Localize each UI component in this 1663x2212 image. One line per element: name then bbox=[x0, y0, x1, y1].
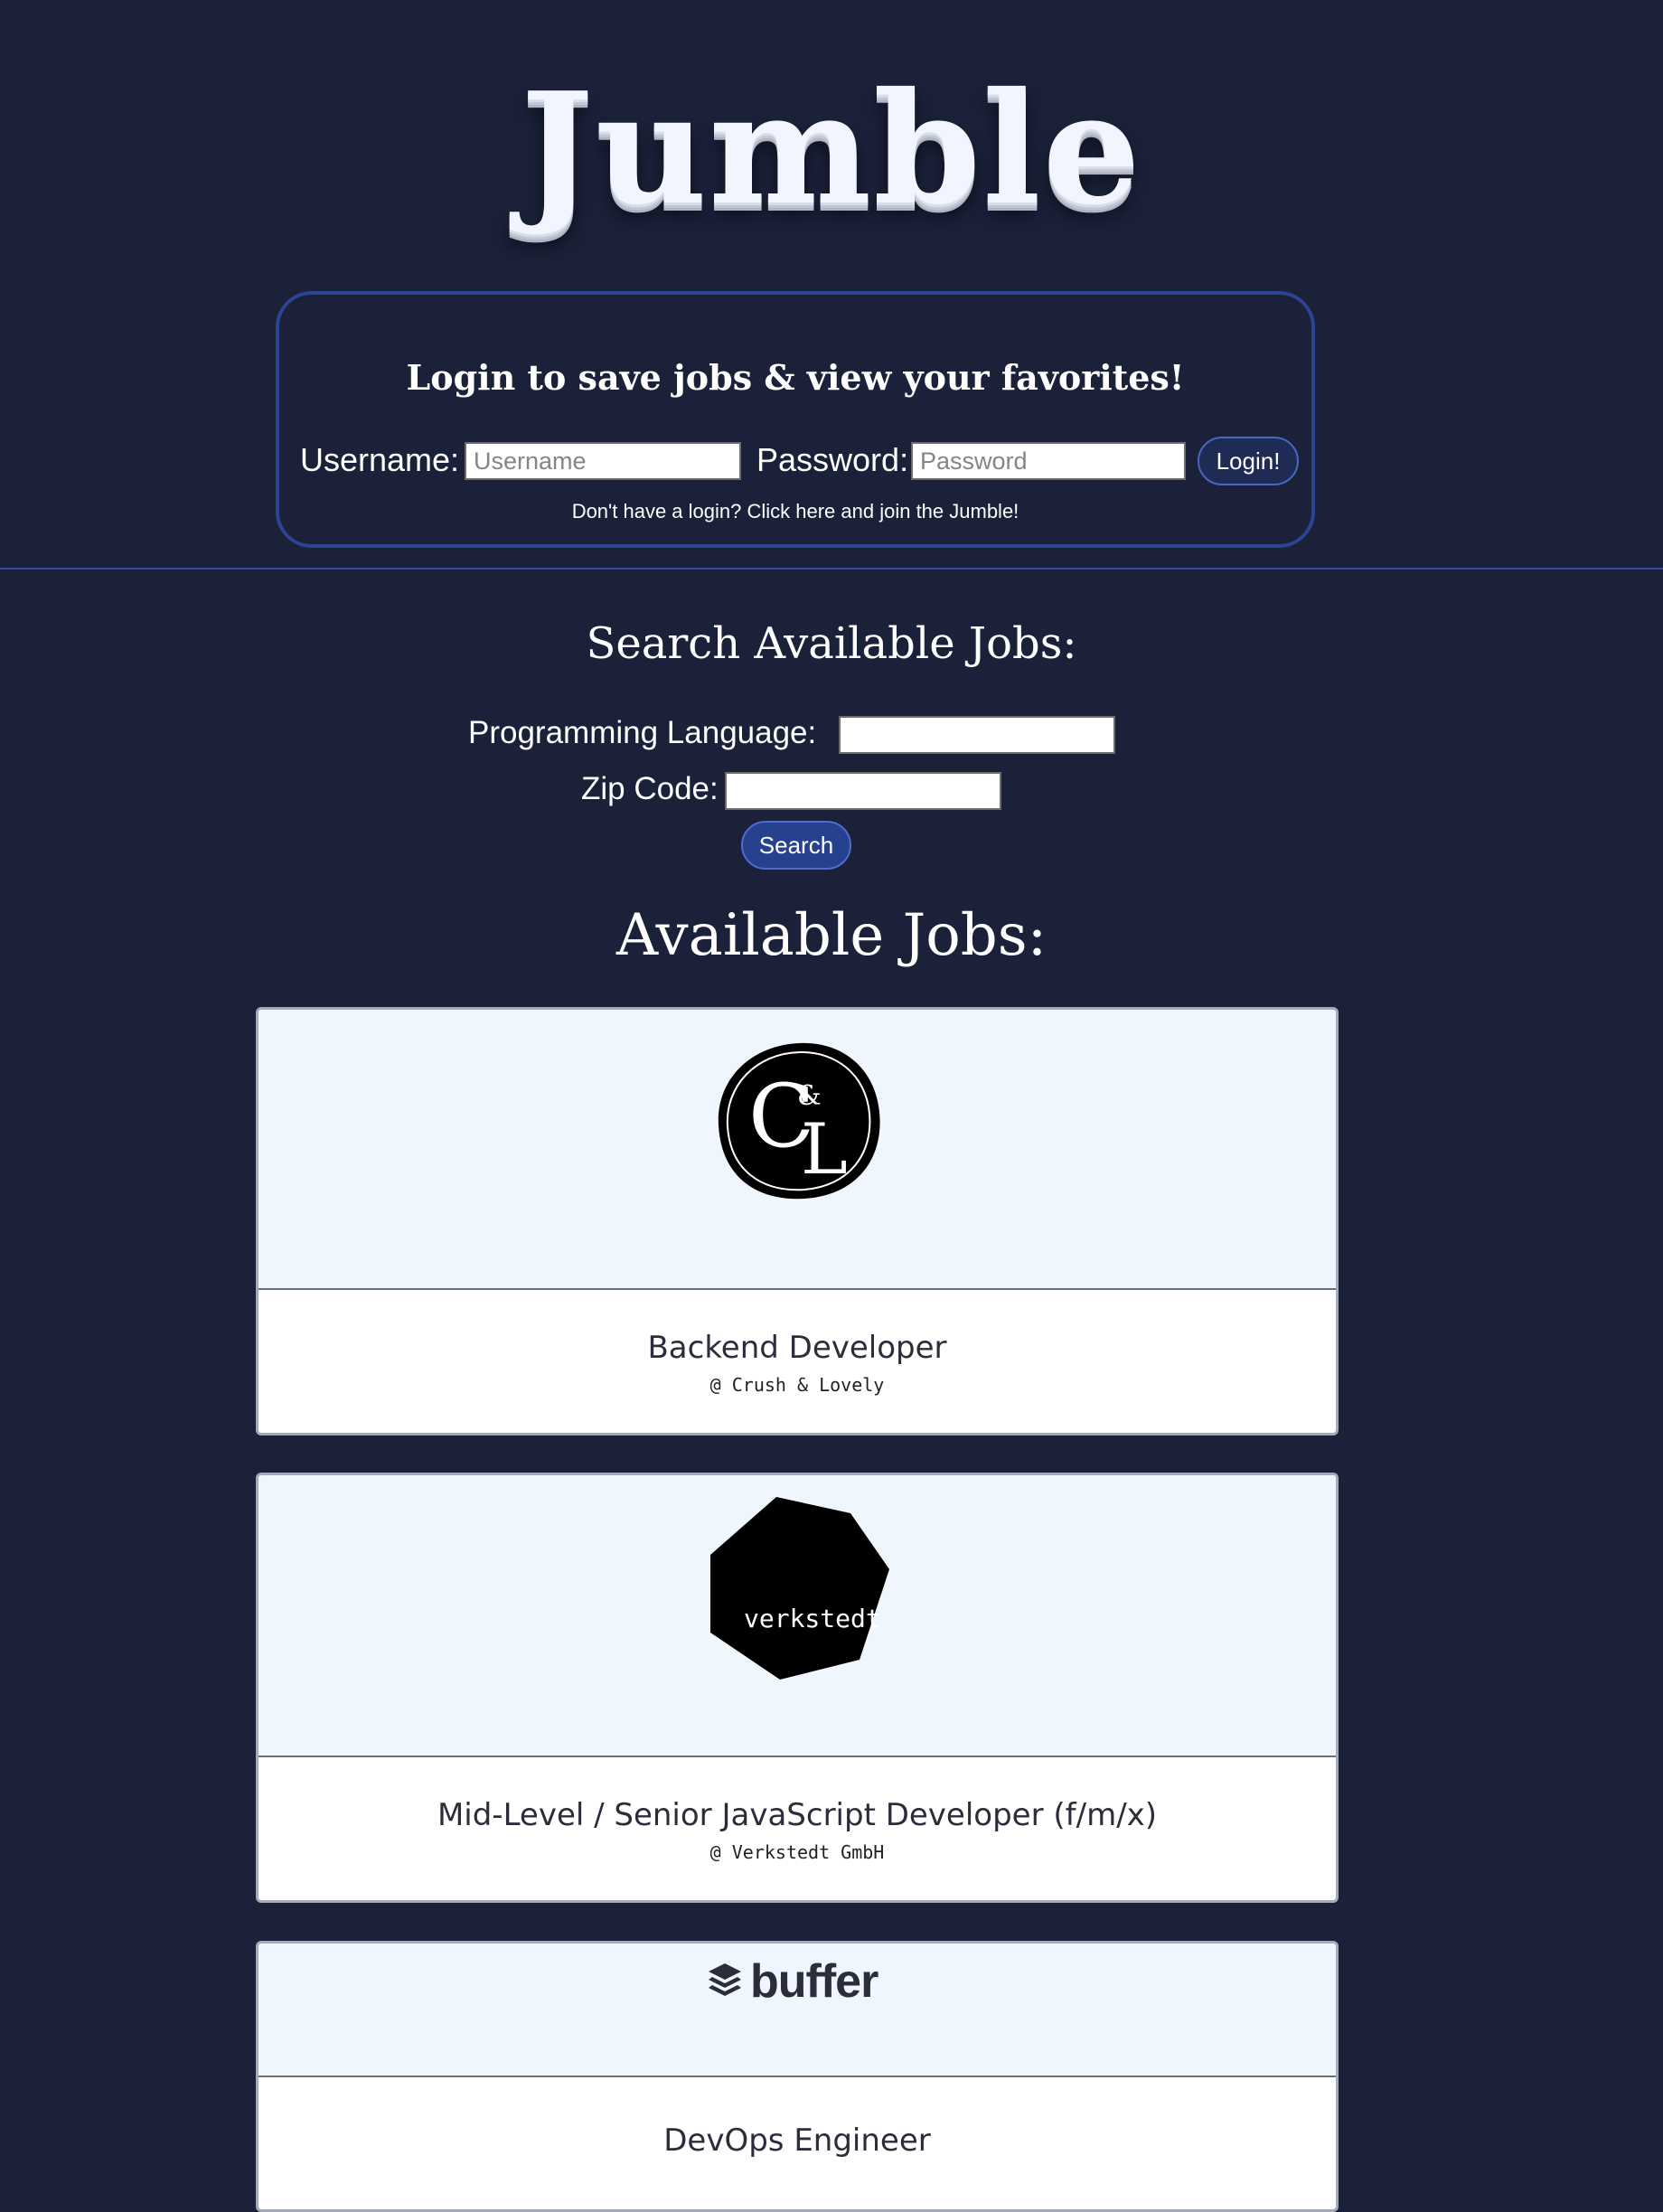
login-panel: Login to save jobs & view your favorites… bbox=[276, 291, 1315, 548]
job-title: Mid-Level / Senior JavaScript Developer … bbox=[437, 1797, 1158, 1833]
job-logo-area: C & L bbox=[258, 1010, 1336, 1290]
signup-link[interactable]: Don't have a login? Click here and join … bbox=[279, 498, 1311, 525]
login-heading: Login to save jobs & view your favorites… bbox=[406, 357, 1185, 398]
job-title: Backend Developer bbox=[647, 1330, 947, 1366]
zip-label: Zip Code: bbox=[581, 771, 719, 806]
password-input[interactable] bbox=[911, 442, 1186, 480]
buffer-logo: buffer bbox=[750, 1955, 878, 2008]
search-button[interactable]: Search bbox=[741, 821, 851, 870]
job-company: @ Verkstedt GmbH bbox=[709, 1841, 885, 1863]
job-logo-area: verkstedt bbox=[258, 1475, 1336, 1757]
job-company: @ Crush & Lovely bbox=[709, 1374, 885, 1396]
job-card[interactable]: verkstedt Mid-Level / Senior JavaScript … bbox=[256, 1473, 1339, 1903]
job-logo-area: buffer bbox=[258, 1944, 1336, 2077]
username-label: Username: bbox=[300, 441, 460, 478]
zip-input[interactable] bbox=[725, 772, 1001, 810]
username-input[interactable] bbox=[465, 442, 741, 480]
login-button[interactable]: Login! bbox=[1198, 437, 1299, 485]
login-form: Username: Password: Login! bbox=[279, 435, 1311, 485]
jobs-heading: Available Jobs: bbox=[615, 902, 1048, 969]
app-title: Jumble bbox=[521, 59, 1142, 240]
buffer-layers-icon bbox=[709, 1963, 741, 1996]
verkstedt-logo: verkstedt bbox=[710, 1497, 889, 1680]
crush-and-lovely-logo: C & L bbox=[718, 1042, 880, 1200]
logo-ampersand: & bbox=[797, 1080, 822, 1112]
search-heading: Search Available Jobs: bbox=[586, 618, 1077, 669]
job-title: DevOps Engineer bbox=[663, 2123, 931, 2159]
language-label: Programming Language: bbox=[468, 715, 817, 750]
job-card[interactable]: C & L Backend Developer @ Crush & Lovely bbox=[256, 1007, 1339, 1435]
job-card[interactable]: buffer DevOps Engineer bbox=[256, 1941, 1339, 2212]
section-divider bbox=[0, 568, 1663, 569]
password-label: Password: bbox=[756, 441, 909, 478]
language-input[interactable] bbox=[839, 716, 1115, 754]
logo-letter-l: L bbox=[801, 1109, 848, 1191]
logo-wordmark: verkstedt bbox=[744, 1604, 881, 1633]
